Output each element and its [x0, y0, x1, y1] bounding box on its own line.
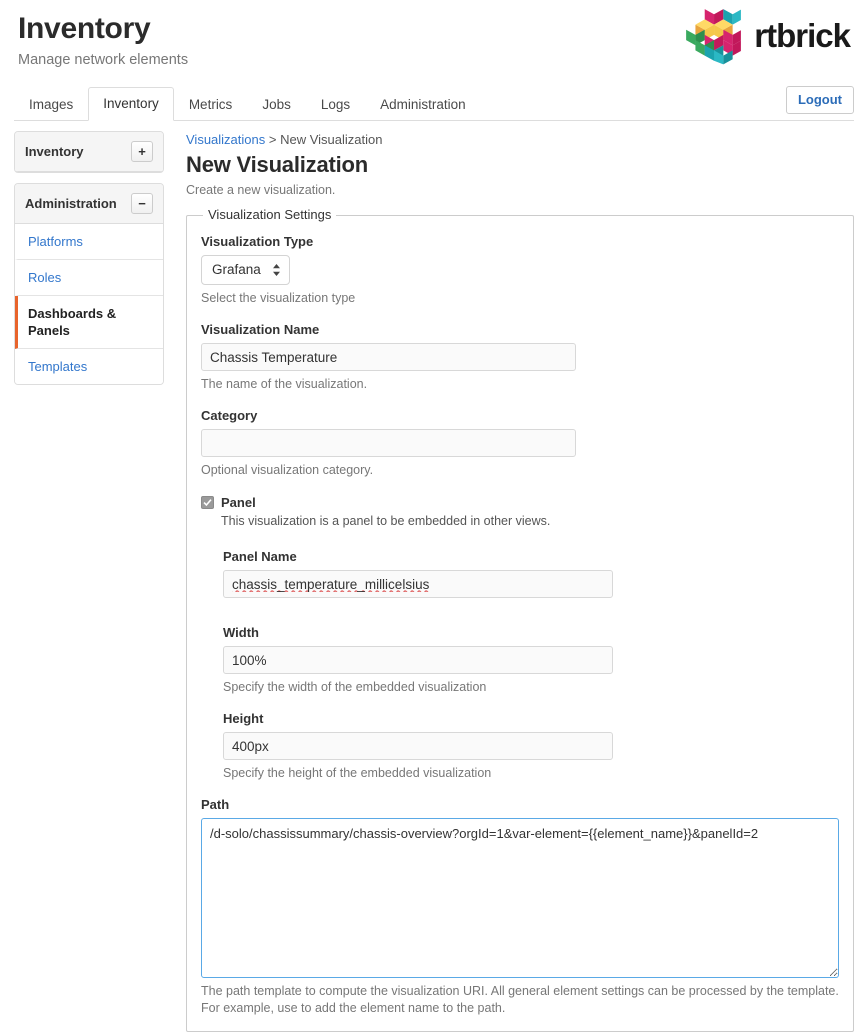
visualization-settings-legend: Visualization Settings — [208, 207, 332, 222]
panel-checkbox-row[interactable]: Panel This visualization is a panel to b… — [201, 493, 839, 530]
sidebar-panel-inventory-header[interactable]: Inventory + — [15, 132, 163, 172]
page-description: Create a new visualization. — [186, 183, 336, 197]
height-label: Height — [223, 711, 264, 726]
visualization-settings-fieldset: Visualization Settings Visualization Typ… — [186, 207, 854, 1032]
panel-checkbox-label[interactable]: Panel — [221, 493, 550, 512]
breadcrumb: Visualizations > New Visualization — [186, 131, 854, 149]
field-path: Path /d-solo/chassissummary/chassis-over… — [201, 796, 839, 1017]
panel-name-label: Panel Name — [223, 549, 297, 564]
brand: rtbrick — [682, 8, 851, 66]
visualization-name-help: The name of the visualization. — [201, 377, 368, 391]
height-help: Specify the height of the embedded visua… — [223, 766, 492, 780]
category-input[interactable] — [201, 429, 576, 457]
height-input[interactable] — [223, 732, 613, 760]
path-label: Path — [201, 797, 230, 812]
brand-name: rtbrick — [754, 16, 851, 54]
visualization-type-value: Grafana — [212, 262, 261, 277]
width-input[interactable] — [223, 646, 613, 674]
tab-jobs[interactable]: Jobs — [247, 88, 306, 121]
path-help: The path template to compute the visuali… — [201, 984, 839, 1015]
sidebar-item-roles[interactable]: Roles — [15, 260, 163, 296]
checkmark-icon — [203, 499, 212, 507]
logout-button[interactable]: Logout — [785, 86, 854, 114]
field-height: Height Specify the height of the embedde… — [223, 710, 839, 782]
field-panel-name: Panel Name — [223, 548, 839, 598]
minus-icon[interactable]: − — [131, 193, 153, 214]
sidebar-panel-administration: Administration − Platforms Roles Dashboa… — [14, 183, 164, 385]
tab-logs[interactable]: Logs — [306, 88, 365, 121]
sidebar-item-templates[interactable]: Templates — [15, 349, 163, 384]
field-category: Category Optional visualization category… — [201, 407, 839, 479]
tab-images[interactable]: Images — [14, 88, 88, 121]
visualization-name-label: Visualization Name — [201, 322, 320, 337]
main-content: Visualizations > New Visualization New V… — [164, 131, 854, 1032]
page-title: New Visualization — [186, 152, 369, 177]
breadcrumb-separator: > — [265, 132, 281, 147]
panel-checkbox-help: This visualization is a panel to be embe… — [221, 514, 551, 528]
field-panel-checkbox: Panel This visualization is a panel to b… — [201, 493, 839, 530]
page-header: Inventory Manage network elements rtbric… — [0, 0, 868, 88]
panel-checkbox[interactable] — [201, 496, 214, 509]
sidebar-panel-inventory-title: Inventory — [25, 144, 84, 159]
sidebar-item-dashboards-and-panels[interactable]: Dashboards & Panels — [15, 296, 163, 349]
tab-inventory[interactable]: Inventory — [88, 87, 174, 121]
field-width: Width Specify the width of the embedded … — [223, 624, 839, 696]
width-help: Specify the width of the embedded visual… — [223, 680, 487, 694]
visualization-type-help: Select the visualization type — [201, 291, 356, 305]
plus-icon[interactable]: + — [131, 141, 153, 162]
sidebar-panel-administration-header[interactable]: Administration − — [15, 184, 163, 224]
field-visualization-type: Visualization Type Grafana Select the vi… — [201, 233, 839, 307]
main-tabbar: Images Inventory Metrics Jobs Logs Admin… — [14, 86, 854, 121]
updown-chevrons-icon — [272, 264, 280, 277]
field-visualization-name: Visualization Name The name of the visua… — [201, 321, 839, 393]
category-help: Optional visualization category. — [201, 463, 374, 477]
sidebar-panel-inventory: Inventory + — [14, 131, 164, 173]
path-textarea[interactable]: /d-solo/chassissummary/chassis-overview?… — [201, 818, 839, 978]
visualization-name-input[interactable] — [201, 343, 576, 371]
body-wrapper: Inventory + Administration − Platforms R… — [0, 121, 868, 1032]
visualization-type-label: Visualization Type — [201, 234, 314, 249]
visualization-type-select[interactable]: Grafana — [201, 255, 290, 285]
sidebar-panel-administration-title: Administration — [25, 196, 117, 211]
tab-administration[interactable]: Administration — [365, 88, 481, 121]
breadcrumb-current: New Visualization — [280, 132, 383, 147]
tab-metrics[interactable]: Metrics — [174, 88, 248, 121]
breadcrumb-link-visualizations[interactable]: Visualizations — [186, 132, 265, 147]
sidebar: Inventory + Administration − Platforms R… — [14, 131, 164, 395]
width-label: Width — [223, 625, 259, 640]
rtbrick-logo-icon — [686, 9, 742, 65]
panel-name-input[interactable] — [223, 570, 613, 598]
category-label: Category — [201, 408, 258, 423]
sidebar-item-platforms[interactable]: Platforms — [15, 224, 163, 260]
